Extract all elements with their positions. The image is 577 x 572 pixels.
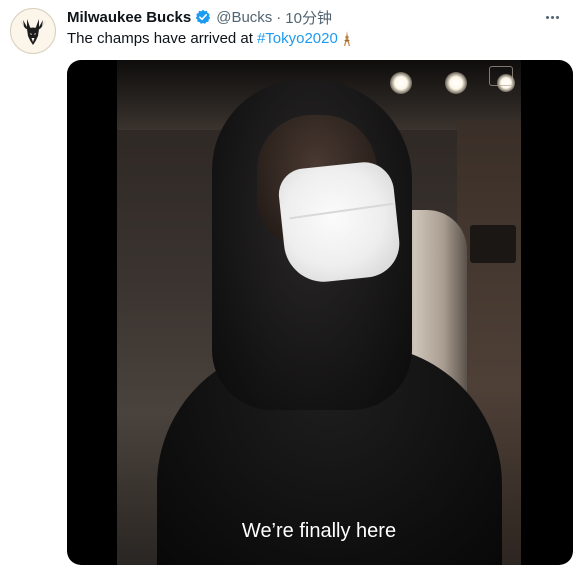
video-frame: We’re finally here	[117, 60, 521, 565]
more-options-icon[interactable]	[541, 8, 563, 26]
wall-speaker	[470, 225, 516, 263]
timestamp[interactable]: 10分钟	[285, 7, 332, 28]
ceiling-light	[390, 72, 412, 94]
ceiling-light	[445, 72, 467, 94]
hashtag-link[interactable]: #Tokyo2020	[257, 30, 338, 47]
tokyo-tower-icon	[341, 30, 353, 47]
avatar[interactable]	[10, 8, 56, 54]
watermark-logo-icon	[489, 66, 513, 86]
tweet-text-prefix: The champs have arrived at	[67, 30, 253, 47]
tweet-header: Milwaukee Bucks @Bucks · 10分钟	[67, 7, 332, 27]
handle[interactable]: @Bucks	[216, 9, 272, 26]
video-caption: We’re finally here	[241, 520, 397, 542]
tweet: Milwaukee Bucks @Bucks · 10分钟 The champs…	[0, 0, 577, 572]
face-mask	[276, 159, 403, 286]
video-player[interactable]: We’re finally here	[67, 60, 573, 565]
verified-badge-icon	[195, 9, 211, 25]
display-name[interactable]: Milwaukee Bucks	[67, 9, 191, 26]
separator-dot: ·	[276, 8, 282, 26]
bucks-logo-icon	[20, 19, 46, 45]
tweet-text: The champs have arrived at #Tokyo2020	[67, 30, 353, 47]
